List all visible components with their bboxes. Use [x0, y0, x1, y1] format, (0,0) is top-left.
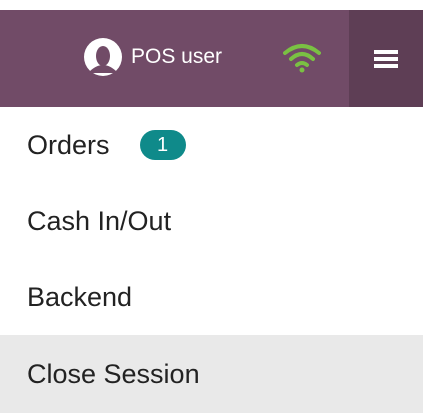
menu-item-label: Cash In/Out: [27, 205, 172, 236]
menu-item-label: Orders: [27, 129, 110, 160]
user-name: POS user: [131, 45, 223, 68]
menu-item-label: Close Session: [27, 358, 200, 389]
user-avatar-icon: [84, 38, 122, 76]
menu-item-cash-in-out[interactable]: Cash In/Out: [0, 183, 423, 259]
dropdown-menu: Orders 1 Cash In/Out Backend Close Sessi…: [0, 107, 423, 413]
menu-item-label: Backend: [27, 281, 133, 312]
menu-item-backend[interactable]: Backend: [0, 259, 423, 335]
menu-item-orders[interactable]: Orders 1: [0, 107, 423, 183]
menu-toggle-button[interactable]: [349, 10, 423, 107]
top-bar: POS user: [0, 10, 423, 107]
user-info[interactable]: POS user: [83, 37, 222, 77]
hamburger-menu-icon: [374, 49, 398, 68]
menu-item-close-session[interactable]: Close Session: [0, 335, 423, 413]
orders-count-badge: 1: [139, 130, 186, 160]
wifi-icon: [283, 44, 321, 73]
